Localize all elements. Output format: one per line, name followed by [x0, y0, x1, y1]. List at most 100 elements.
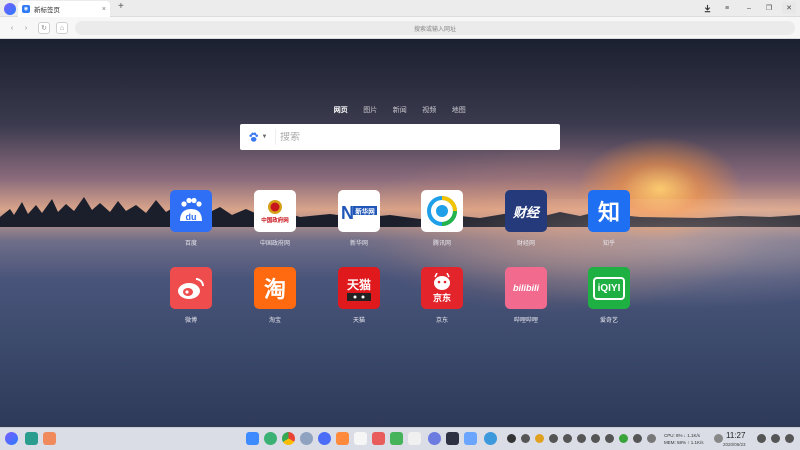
- shortcut-iqiyi[interactable]: iQIYI 爱奇艺: [584, 267, 634, 324]
- shortcut-jd[interactable]: 京东 京东: [417, 267, 467, 324]
- new-tab-page: 网页 图片 新闻 视频 地图 ▼ du 百度: [0, 39, 800, 427]
- folder-icon[interactable]: [771, 434, 780, 443]
- shortcut-qq[interactable]: 腾讯网: [417, 190, 467, 247]
- new-tab-favicon-icon: ◉: [22, 5, 30, 13]
- search-tab-web[interactable]: 网页: [326, 105, 356, 115]
- jd-glyph: 京东: [432, 292, 451, 303]
- multitask-view-icon[interactable]: [25, 432, 38, 445]
- power-icon[interactable]: [647, 434, 656, 443]
- usb-icon[interactable]: [591, 434, 600, 443]
- shortcut-baidu[interactable]: du 百度: [166, 190, 216, 247]
- taobao-icon: 淘: [254, 267, 296, 309]
- app-store-icon[interactable]: [336, 432, 349, 445]
- svg-text:新华网: 新华网: [355, 207, 375, 216]
- tray-display-icon[interactable]: [549, 434, 558, 443]
- shortcut-caijing[interactable]: 财经 财经网: [501, 190, 551, 247]
- control-center-icon[interactable]: [428, 432, 441, 445]
- weibo-icon: [170, 267, 212, 309]
- menu-icon[interactable]: ≡: [720, 2, 734, 14]
- settings-app-icon[interactable]: [300, 432, 313, 445]
- shortcut-tmall[interactable]: 天猫 天猫: [334, 267, 384, 324]
- address-bar[interactable]: 搜索或输入网址: [75, 21, 795, 35]
- home-icon[interactable]: ⌂: [56, 22, 68, 34]
- iqiyi-glyph: iQIYI: [592, 276, 626, 300]
- bluetooth-app-icon[interactable]: [484, 432, 497, 445]
- keyboard-icon[interactable]: [563, 434, 572, 443]
- shortcut-weibo[interactable]: 微博: [166, 267, 216, 324]
- chrome-icon[interactable]: [282, 432, 295, 445]
- zhihu-icon: 知: [588, 190, 630, 232]
- music-icon[interactable]: [390, 432, 403, 445]
- new-tab-button[interactable]: +: [118, 1, 124, 12]
- shortcut-xinhua[interactable]: N 新华网 新华网: [334, 190, 384, 247]
- back-icon[interactable]: ‹: [6, 22, 18, 34]
- shortcut-gov[interactable]: 中国政府网 中国政府网: [250, 190, 300, 247]
- search-tab-video[interactable]: 视频: [415, 105, 445, 115]
- clock-date[interactable]: 2020/06/23: [723, 442, 746, 447]
- tab-title: 新标签页: [34, 7, 60, 14]
- gov-emblem-icon: 中国政府网: [254, 190, 296, 232]
- chevron-down-icon: ▼: [261, 134, 268, 140]
- maximize-icon[interactable]: ❐: [762, 2, 776, 14]
- taobao-glyph: 淘: [263, 277, 286, 302]
- shortcut-label: 腾讯网: [432, 241, 451, 247]
- search-input[interactable]: [276, 131, 556, 143]
- battery-icon[interactable]: [619, 434, 628, 443]
- network-icon[interactable]: [577, 434, 586, 443]
- shortcut-label: 新华网: [349, 241, 368, 247]
- bilibili-glyph: bilibili: [513, 283, 539, 293]
- tray-clock-icon[interactable]: [507, 434, 516, 443]
- search-category-tabs: 网页 图片 新闻 视频 地图: [326, 105, 474, 115]
- close-icon[interactable]: ✕: [782, 2, 796, 14]
- zhihu-glyph: 知: [597, 200, 620, 225]
- clock-time[interactable]: 11:27: [726, 431, 745, 440]
- search-tab-map[interactable]: 地图: [444, 105, 474, 115]
- desktop-icon[interactable]: [43, 432, 56, 445]
- tab-bar: ◉ 新标签页 × + ≡ – ❐ ✕: [0, 0, 800, 17]
- minimize-icon[interactable]: –: [742, 2, 756, 14]
- trash-icon[interactable]: [714, 434, 723, 443]
- text-editor-icon[interactable]: [408, 432, 421, 445]
- svg-text:N: N: [341, 203, 354, 222]
- edge-browser-icon[interactable]: [264, 432, 277, 445]
- tray-coin-icon[interactable]: [535, 434, 544, 443]
- forward-icon[interactable]: ›: [20, 22, 32, 34]
- shortcut-label: 中国政府网: [259, 241, 290, 247]
- caijing-icon: 财经: [505, 190, 547, 232]
- shortcut-label: 财经网: [516, 241, 535, 247]
- download-icon[interactable]: [700, 2, 714, 14]
- jd-icon: 京东: [421, 267, 463, 309]
- browser-icon[interactable]: [318, 432, 331, 445]
- chat-icon[interactable]: [464, 432, 477, 445]
- tab-close-icon[interactable]: ×: [102, 6, 106, 13]
- shortcut-bilibili[interactable]: bilibili 哔哩哔哩: [501, 267, 551, 324]
- assistant-icon[interactable]: [757, 434, 766, 443]
- volume-icon[interactable]: [633, 434, 642, 443]
- search-engine-selector[interactable]: ▼: [240, 129, 276, 145]
- notification-icon[interactable]: [605, 434, 614, 443]
- reload-icon[interactable]: ↻: [38, 22, 50, 34]
- bilibili-icon: bilibili: [505, 267, 547, 309]
- tab-new-tab[interactable]: ◉ 新标签页 ×: [18, 1, 110, 17]
- search-tab-news[interactable]: 新闻: [385, 105, 415, 115]
- search-tab-images[interactable]: 图片: [356, 105, 386, 115]
- tmall-icon: 天猫: [338, 267, 380, 309]
- baidu-paw-icon: [248, 132, 258, 142]
- navigation-bar: ‹ › ↻ ⌂ 搜索或输入网址: [0, 17, 800, 39]
- shortcut-label: 微博: [184, 318, 197, 324]
- xinhua-icon: N 新华网: [338, 190, 380, 232]
- taskbar: CPU: 8% ↓ 1.1K/s MEM: 58% ↑ 1.1K/s 11:27…: [0, 427, 800, 450]
- tencent-news-icon: [421, 190, 463, 232]
- app-logo-icon[interactable]: [4, 3, 16, 15]
- tray-app-icon[interactable]: [521, 434, 530, 443]
- shortcut-label: 淘宝: [268, 318, 281, 324]
- shortcut-taobao[interactable]: 淘 淘宝: [250, 267, 300, 324]
- shortcut-zhihu[interactable]: 知 知乎: [584, 190, 634, 247]
- show-desktop-icon[interactable]: [785, 434, 794, 443]
- terminal-icon[interactable]: [446, 432, 459, 445]
- svg-text:du: du: [186, 212, 197, 222]
- video-player-icon[interactable]: [372, 432, 385, 445]
- photos-icon[interactable]: [354, 432, 367, 445]
- file-manager-icon[interactable]: [246, 432, 259, 445]
- launcher-icon[interactable]: [5, 432, 18, 445]
